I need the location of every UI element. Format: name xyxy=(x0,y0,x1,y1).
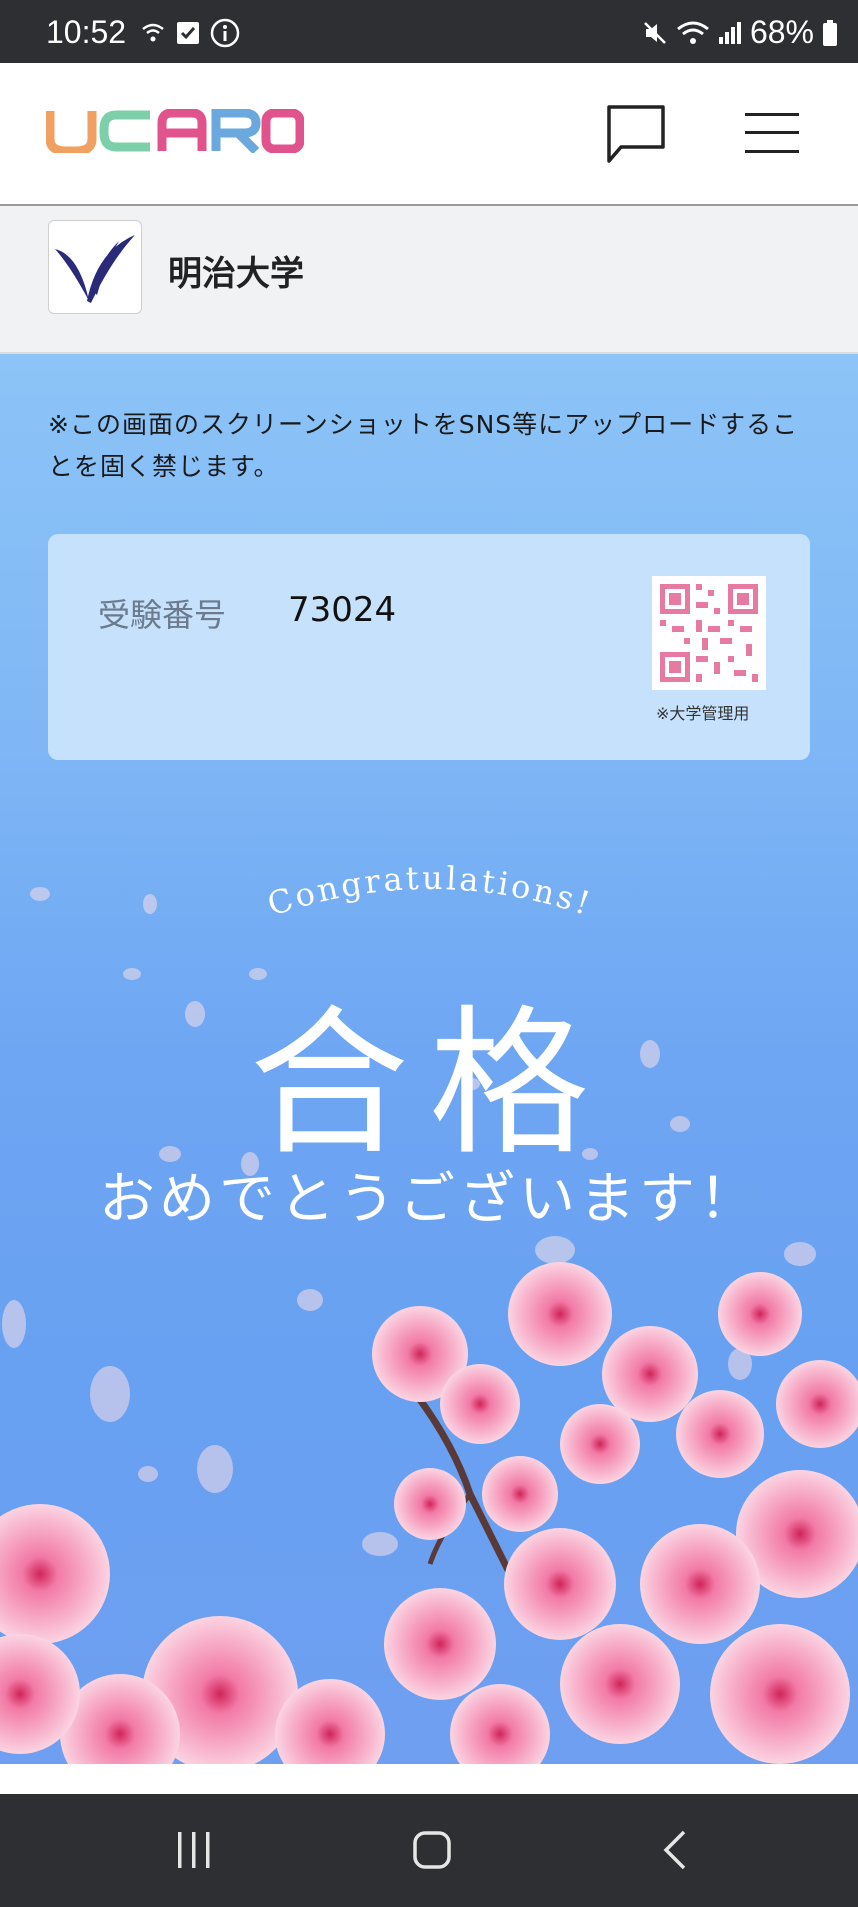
congrats-message: おめでとうございます！ xyxy=(99,1167,759,1232)
home-button[interactable] xyxy=(412,1830,452,1870)
checkbox-icon xyxy=(177,22,199,44)
recent-apps-button[interactable] xyxy=(174,1830,214,1870)
signal-icon xyxy=(718,21,741,44)
exam-number-label: 受験番号 xyxy=(98,596,227,634)
qr-code xyxy=(652,576,766,690)
menu-line xyxy=(745,113,799,116)
app-header xyxy=(0,63,858,206)
screenshot-notice: ※この画面のスクリーンショットをSNS等にアップロードすることを固く禁じます。 xyxy=(48,410,799,481)
congratulations-text: Congratulations! xyxy=(263,859,594,924)
meiji-logo-icon xyxy=(55,235,135,303)
menu-button[interactable] xyxy=(745,111,801,155)
info-icon xyxy=(210,18,240,48)
exam-number-value: 73024 xyxy=(288,590,397,630)
qr-note: ※大学管理用 xyxy=(656,704,750,723)
chat-icon[interactable] xyxy=(603,99,669,165)
university-name: 明治大学 xyxy=(168,254,304,294)
menu-line xyxy=(745,150,799,153)
wifi-calling-icon xyxy=(142,23,164,42)
exam-card: 受験番号 73024 ※大学管理用 xyxy=(48,534,810,760)
back-button[interactable] xyxy=(656,1830,696,1870)
svg-text:Congratulations!: Congratulations! xyxy=(263,859,597,924)
pass-result: 合格 xyxy=(248,990,609,1177)
system-nav-bar xyxy=(0,1794,858,1907)
result-hero: ※この画面のスクリーンショットをSNS等にアップロードすることを固く禁じます。 … xyxy=(0,354,858,1764)
battery-percent: 68% xyxy=(749,14,814,50)
university-bar: 明治大学 xyxy=(0,206,858,354)
status-icons-right: 68% xyxy=(642,14,838,51)
page-footer-strip xyxy=(0,1764,858,1794)
battery-icon xyxy=(823,19,837,46)
ucaro-logo[interactable] xyxy=(46,109,304,153)
congratulations-heading: Congratulations! xyxy=(263,859,597,924)
qr-code-icon xyxy=(660,584,758,682)
mute-icon xyxy=(644,21,666,44)
wifi-icon xyxy=(677,21,709,44)
menu-line xyxy=(745,131,799,134)
university-logo xyxy=(48,220,142,314)
status-time: 10:52 xyxy=(46,14,127,50)
status-icons-left xyxy=(140,18,240,48)
status-bar: 10:52 68% xyxy=(0,0,858,63)
